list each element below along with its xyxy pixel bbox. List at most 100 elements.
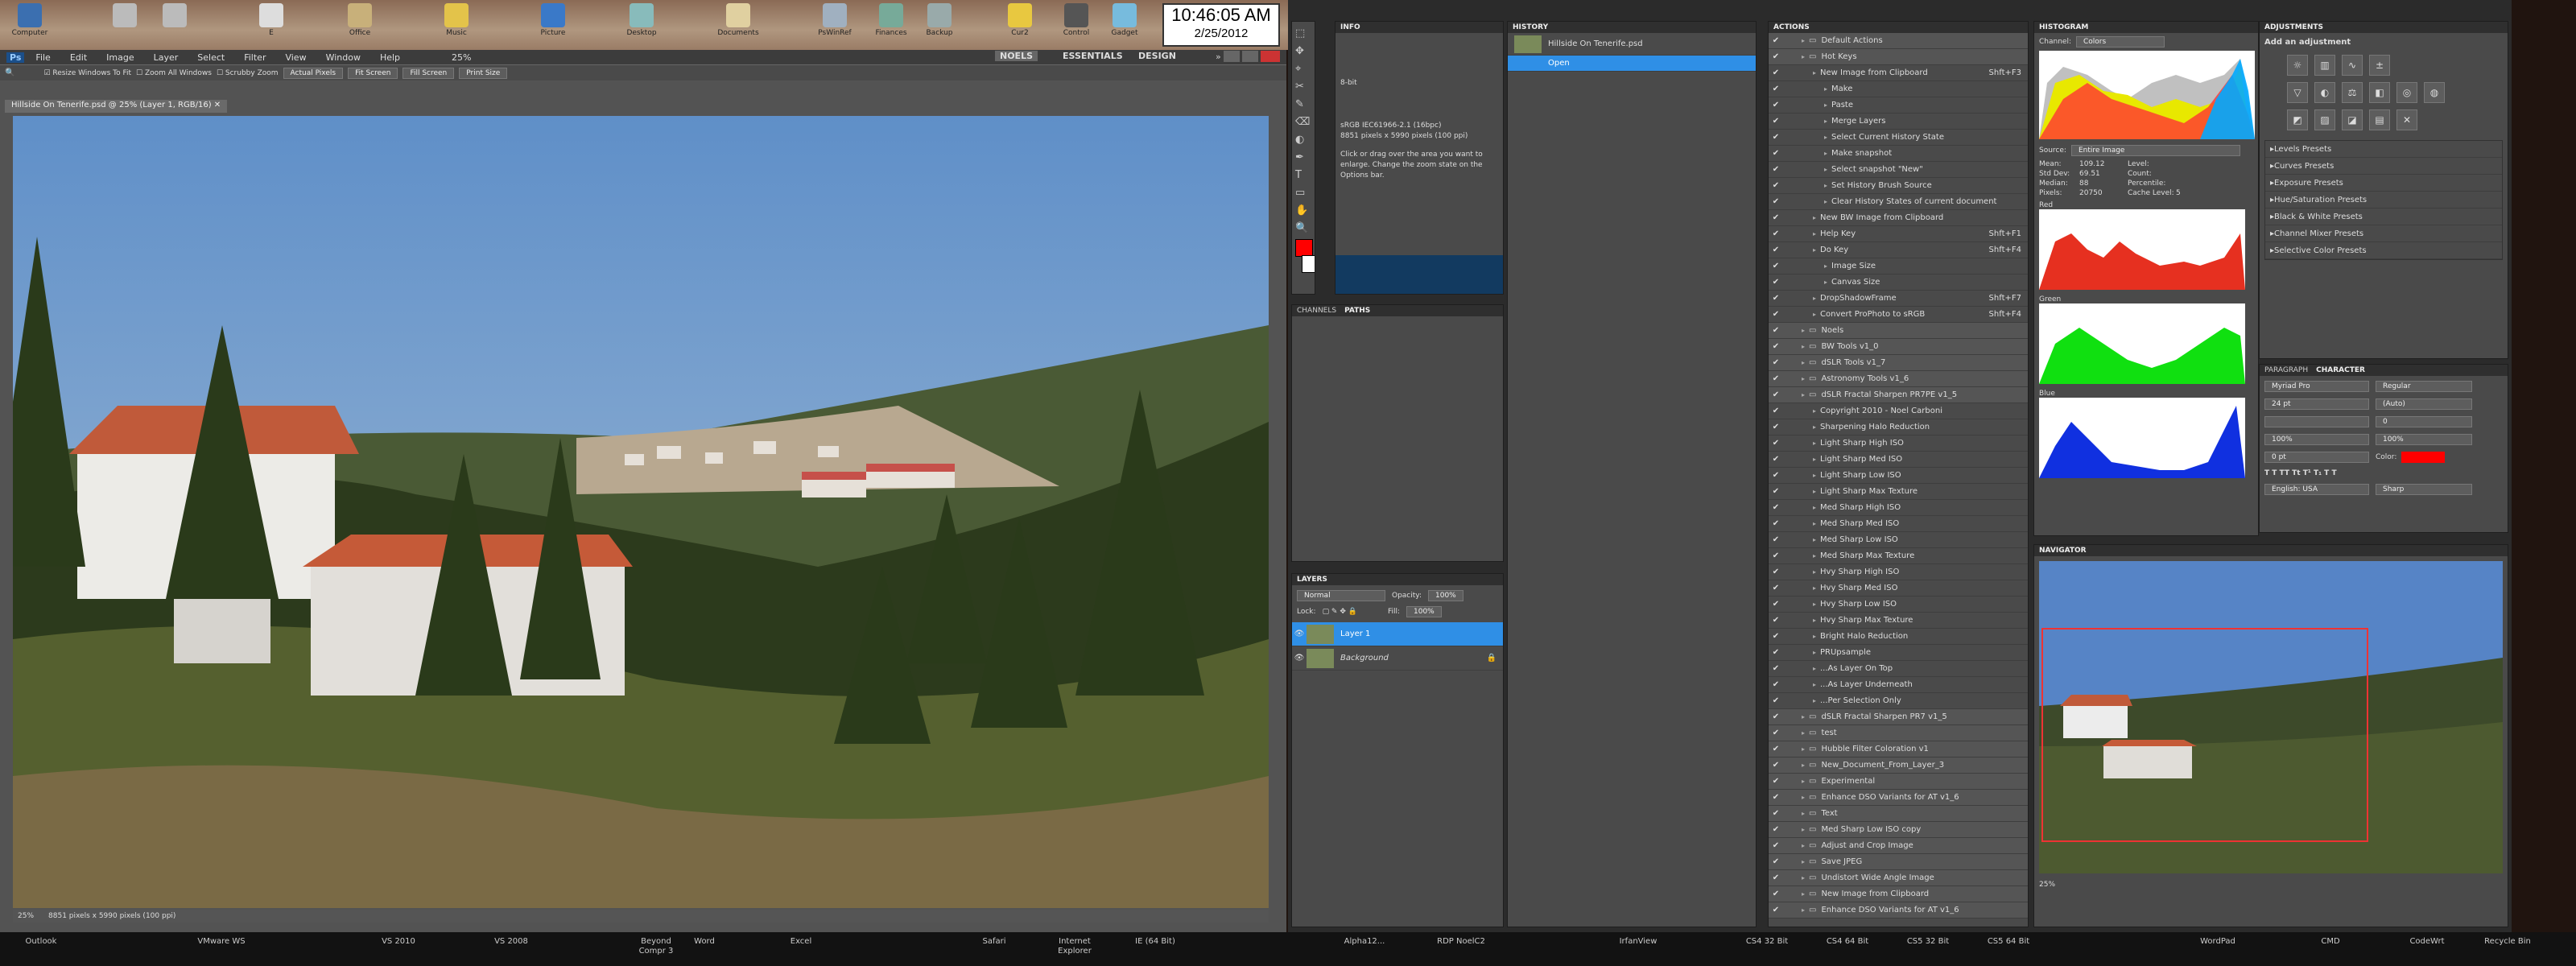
taskbar-item[interactable]: Alpha12...	[1336, 937, 1393, 947]
action-toggle-check[interactable]: ✔	[1769, 873, 1783, 882]
expand-triangle-icon[interactable]: ▸	[1820, 262, 1831, 270]
action-name[interactable]: Adjust and Crop Image	[1821, 841, 1913, 850]
action-toggle-check[interactable]: ✔	[1769, 906, 1783, 914]
action-name[interactable]: Image Size	[1831, 262, 1876, 270]
action-name[interactable]: Light Sharp Med ISO	[1820, 455, 1902, 464]
expand-triangle-icon[interactable]: ▸	[1809, 697, 1820, 704]
tab-character[interactable]: CHARACTER	[2316, 366, 2365, 374]
action-name[interactable]: ...Per Selection Only	[1820, 696, 1901, 705]
action-name[interactable]: Bright Halo Reduction	[1820, 632, 1908, 641]
vertical-scale-field[interactable]: 100%	[2264, 434, 2369, 445]
action-toggle-check[interactable]: ✔	[1769, 825, 1783, 834]
expand-triangle-icon[interactable]: ▸	[1798, 810, 1809, 817]
fit-screen-button[interactable]: Fit Screen	[348, 67, 398, 79]
action-name[interactable]: BW Tools v1_0	[1821, 342, 1878, 351]
preset-channel-mixer[interactable]: ▸ Channel Mixer Presets	[2265, 225, 2502, 242]
action-toggle-check[interactable]: ✔	[1769, 664, 1783, 673]
drive1-desktop-icon[interactable]	[103, 3, 147, 48]
taskbar-item[interactable]: IE (64 Bit)	[1127, 937, 1183, 947]
preset-hue-saturation[interactable]: ▸ Hue/Saturation Presets	[2265, 192, 2502, 208]
action-toggle-check[interactable]: ✔	[1769, 696, 1783, 705]
expand-triangle-icon[interactable]: ▸	[1809, 568, 1820, 576]
action-toggle-check[interactable]: ✔	[1769, 648, 1783, 657]
expand-triangle-icon[interactable]: ▸	[1798, 745, 1809, 753]
fill-field[interactable]: 100%	[1406, 606, 1442, 617]
action-name[interactable]: New BW Image from Clipboard	[1820, 213, 1943, 222]
resize-windows-checkbox[interactable]: ☑ Resize Windows To Fit	[43, 69, 131, 77]
color-balance-icon[interactable]: ⚖	[2342, 82, 2363, 103]
action-row[interactable]: ✔ ▸ ▭ Hot Keys	[1769, 49, 2028, 65]
workspace-noels[interactable]: NOELS	[995, 51, 1038, 61]
action-row[interactable]: ✔ ▸ Image Size	[1769, 258, 2028, 275]
layer-row-background[interactable]: 👁 Background 🔒	[1292, 646, 1503, 671]
expand-triangle-icon[interactable]: ▸	[1798, 375, 1809, 382]
taskbar-item[interactable]: CS4 32 Bit	[1739, 937, 1795, 947]
taskbar-item[interactable]: CS5 64 Bit	[1980, 937, 2037, 947]
action-row[interactable]: ✔ ▸ ...As Layer On Top	[1769, 661, 2028, 677]
navigator-preview[interactable]	[2039, 561, 2503, 873]
action-name[interactable]: Make	[1831, 85, 1852, 93]
dialog-toggle-icon[interactable]	[1783, 372, 1798, 386]
dialog-toggle-icon[interactable]	[1783, 211, 1798, 225]
action-name[interactable]: Hvy Sharp Med ISO	[1820, 584, 1897, 592]
action-toggle-check[interactable]: ✔	[1769, 857, 1783, 866]
horizontal-scale-field[interactable]: 100%	[2376, 434, 2472, 445]
expand-triangle-icon[interactable]: ▸	[1809, 214, 1820, 221]
dialog-toggle-icon[interactable]	[1783, 195, 1798, 209]
action-toggle-check[interactable]: ✔	[1769, 551, 1783, 560]
expand-triangle-icon[interactable]: ▸	[1809, 552, 1820, 559]
expand-triangle-icon[interactable]: ▸	[1809, 423, 1820, 431]
expand-triangle-icon[interactable]: ▸	[1809, 601, 1820, 608]
invert-icon[interactable]: ◩	[2287, 109, 2308, 130]
blend-mode-select[interactable]: Normal	[1297, 590, 1385, 601]
action-row[interactable]: ✔ ▸ ...As Layer Underneath	[1769, 677, 2028, 693]
expand-triangle-icon[interactable]: ▸	[1798, 858, 1809, 865]
scrubby-zoom-checkbox[interactable]: ☐ Scrubby Zoom	[217, 69, 279, 77]
preset-curves[interactable]: ▸ Curves Presets	[2265, 158, 2502, 175]
action-name[interactable]: test	[1821, 729, 1836, 737]
computer-desktop-icon[interactable]: Computer	[8, 3, 52, 48]
action-name[interactable]: Hvy Sharp Low ISO	[1820, 600, 1897, 609]
minimize-button[interactable]	[1224, 51, 1240, 62]
dialog-toggle-icon[interactable]	[1783, 388, 1798, 402]
fill-screen-button[interactable]: Fill Screen	[402, 67, 455, 79]
action-toggle-check[interactable]: ✔	[1769, 793, 1783, 802]
expand-triangle-icon[interactable]: ▸	[1798, 53, 1809, 60]
workspace-essentials[interactable]: ESSENTIALS	[1055, 51, 1131, 61]
action-toggle-check[interactable]: ✔	[1769, 503, 1783, 512]
dialog-toggle-icon[interactable]	[1783, 98, 1798, 113]
brightness-icon[interactable]: ☼	[2287, 55, 2308, 76]
dialog-toggle-icon[interactable]	[1783, 839, 1798, 853]
action-name[interactable]: PRUpsample	[1820, 648, 1871, 657]
action-name[interactable]: Astronomy Tools v1_6	[1821, 374, 1909, 383]
navigator-title[interactable]: NAVIGATOR	[2039, 547, 2087, 555]
action-row[interactable]: ✔ ▸ Make	[1769, 81, 2028, 97]
taskbar-item[interactable]: Excel	[773, 937, 829, 947]
text-color-swatch[interactable]	[2401, 452, 2446, 463]
expand-triangle-icon[interactable]: ▸	[1809, 311, 1820, 318]
action-row[interactable]: ✔ ▸ Do Key Shft+F4	[1769, 242, 2028, 258]
taskbar-item[interactable]: VMware WS	[193, 937, 250, 947]
action-toggle-check[interactable]: ✔	[1769, 246, 1783, 254]
action-name[interactable]: New Image from Clipboard	[1821, 890, 1929, 898]
action-toggle-check[interactable]: ✔	[1769, 310, 1783, 319]
expand-triangle-icon[interactable]: ▸	[1820, 101, 1831, 109]
action-row[interactable]: ✔ ▸ Light Sharp Med ISO	[1769, 452, 2028, 468]
action-row[interactable]: ✔ ▸ Convert ProPhoto to sRGB Shft+F4	[1769, 307, 2028, 323]
action-row[interactable]: ✔ ▸ ▭ dSLR Fractal Sharpen PR7PE v1_5	[1769, 387, 2028, 403]
action-row[interactable]: ✔ ▸ ▭ BW Tools v1_0	[1769, 339, 2028, 355]
tracking-field[interactable]: 0	[2376, 416, 2472, 427]
action-toggle-check[interactable]: ✔	[1769, 374, 1783, 383]
gadget-desktop-icon[interactable]: Gadget	[1103, 3, 1146, 48]
action-row[interactable]: ✔ ▸ ▭ Enhance DSO Variants for AT v1_6	[1769, 902, 2028, 919]
expand-triangle-icon[interactable]: ▸	[1798, 343, 1809, 350]
taskbar-item[interactable]: Safari	[966, 937, 1022, 947]
action-name[interactable]: New_Document_From_Layer_3	[1821, 761, 1944, 770]
action-row[interactable]: ✔ ▸ Select snapshot "New"	[1769, 162, 2028, 178]
dialog-toggle-icon[interactable]	[1783, 871, 1798, 886]
expand-triangle-icon[interactable]: ▸	[1820, 118, 1831, 125]
action-toggle-check[interactable]: ✔	[1769, 149, 1783, 158]
expand-triangle-icon[interactable]: ▸	[1798, 37, 1809, 44]
dialog-toggle-icon[interactable]	[1783, 130, 1798, 145]
expand-triangle-icon[interactable]: ▸	[1798, 327, 1809, 334]
